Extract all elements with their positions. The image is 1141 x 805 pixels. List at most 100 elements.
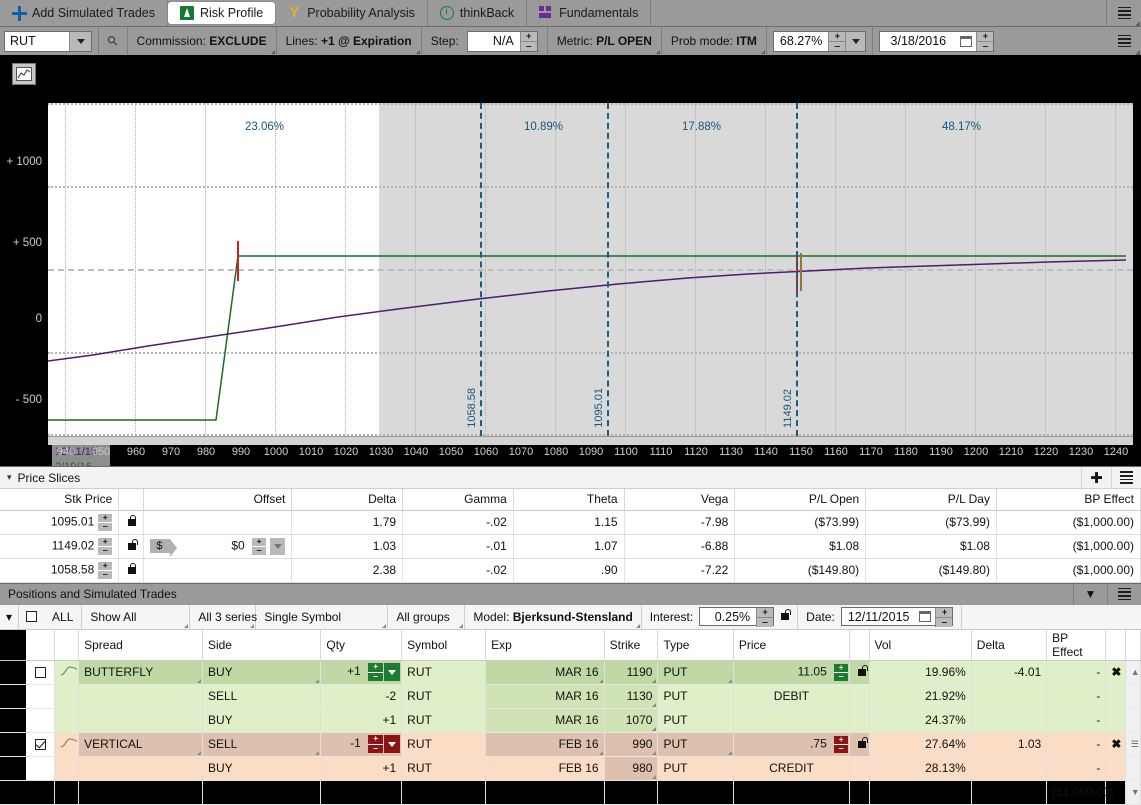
side-cell[interactable]: SELL <box>202 732 322 757</box>
table-row[interactable]: BUY +1 RUT MAR 16 1070 PUT 24.37% - <box>0 708 1141 733</box>
step-stepper[interactable]: + ‒ <box>519 31 537 51</box>
col-offset[interactable]: Offset <box>143 489 293 511</box>
type-cell[interactable]: PUT <box>657 684 734 709</box>
exp-cell[interactable]: MAR 16 <box>485 708 605 733</box>
strike-cell[interactable]: 1070 <box>604 708 659 733</box>
price-lock-cell[interactable] <box>849 732 870 757</box>
stk-price-stepper[interactable]: + ‒ <box>98 513 113 531</box>
qty-stepper[interactable]: + ‒ <box>368 735 401 753</box>
spread-cell[interactable]: VERTICAL <box>78 732 203 757</box>
plot-area[interactable]: 1058.58 1095.01 1149.02 23.06% 10.89% 17… <box>48 103 1133 436</box>
row-checkbox[interactable] <box>25 660 56 685</box>
calendar-icon[interactable] <box>960 35 973 47</box>
stk-price-cell[interactable]: 1058.58 + ‒ <box>0 558 120 583</box>
spread-cell[interactable]: BUTTERFLY <box>78 660 203 685</box>
col-strike[interactable]: Strike <box>604 629 659 661</box>
col-price[interactable]: Price <box>733 629 851 661</box>
date-stepper[interactable]: + ‒ <box>976 31 994 51</box>
table-row[interactable]: BUY +1 RUT FEB 16 980 PUT CREDIT 28.13% … <box>0 756 1141 781</box>
tab-fundamentals[interactable]: Fundamentals <box>527 0 652 26</box>
table-row[interactable]: BUTTERFLY BUY +1 + ‒ RUT MAR 16 1190 PUT … <box>0 660 1141 685</box>
qty-stepper[interactable]: + ‒ <box>368 663 401 681</box>
positions-date-input[interactable]: 12/11/2015 + ‒ <box>840 607 954 627</box>
positions-collapse-button[interactable]: ▼ <box>1073 583 1107 605</box>
type-cell[interactable]: PUT <box>657 756 734 781</box>
col-vega[interactable]: Vega <box>624 489 736 511</box>
col-pl-open[interactable]: P/L Open <box>734 489 867 511</box>
exp-cell[interactable]: MAR 16 <box>485 660 605 685</box>
chevron-down-icon[interactable] <box>69 31 91 51</box>
strike-cell[interactable]: 980 <box>604 756 659 781</box>
link-button[interactable]: ⚲ <box>99 27 128 55</box>
prob-mode-setting[interactable]: Prob mode: ITM <box>662 27 767 55</box>
tab-risk-profile[interactable]: Risk Profile <box>168 2 276 24</box>
row-graph-toggle[interactable] <box>54 732 80 757</box>
col-qty[interactable]: Qty <box>320 629 403 661</box>
prob-pct-input[interactable]: 68.27% + ‒ <box>772 30 867 52</box>
exp-cell[interactable]: FEB 16 <box>485 732 605 757</box>
col-bp-effect[interactable]: BP Effect <box>1046 629 1107 661</box>
price-cell[interactable]: .75 + ‒ <box>733 732 851 757</box>
price-stepper[interactable]: + ‒ <box>834 735 849 753</box>
interest-input[interactable]: 0.25% + ‒ <box>699 607 775 627</box>
strike-cell[interactable]: 1190 <box>604 660 659 685</box>
price-slice-row[interactable]: 1095.01 + ‒ 1.79 -.02 1.15 -7.98 ($73.99) … <box>0 510 1141 535</box>
stk-price-cell[interactable]: 1149.02 + ‒ <box>0 534 120 559</box>
price-lock-cell[interactable] <box>849 660 870 685</box>
stk-price-stepper[interactable]: + ‒ <box>98 561 113 579</box>
side-cell[interactable]: SELL <box>202 684 322 709</box>
commission-setting[interactable]: Commission: EXCLUDE <box>128 27 277 55</box>
col-gamma[interactable]: Gamma <box>402 489 514 511</box>
price-stepper[interactable]: + ‒ <box>834 663 849 681</box>
col-bp-effect[interactable]: BP Effect <box>996 489 1141 511</box>
scrollbar-down-arrow[interactable]: ▼ <box>1125 780 1141 805</box>
price-slice-line-1095[interactable] <box>607 103 609 436</box>
scrollbar-track[interactable] <box>1125 756 1141 781</box>
prob-pct-dropdown-icon[interactable] <box>845 31 866 51</box>
interest-stepper[interactable]: + ‒ <box>756 608 774 627</box>
date-input[interactable]: 3/18/2016 + ‒ <box>879 30 995 52</box>
delete-row-button[interactable]: ✖ <box>1105 660 1126 685</box>
qty-cell[interactable]: -1 + ‒ <box>320 732 403 757</box>
filter-series[interactable]: All 3 series <box>190 604 257 629</box>
col-side[interactable]: Side <box>202 629 322 661</box>
price-slices-header[interactable]: ▾ Price Slices ✚ <box>0 466 1141 489</box>
lock-open-icon[interactable] <box>781 609 792 620</box>
offset-type-tag[interactable]: $ <box>150 538 177 557</box>
col-theta[interactable]: Theta <box>513 489 625 511</box>
type-cell[interactable]: PUT <box>657 732 734 757</box>
positions-menu-button[interactable] <box>1107 583 1141 605</box>
filter-symbol-scope[interactable]: Single Symbol <box>256 604 389 629</box>
step-input[interactable]: N/A + ‒ <box>466 30 538 52</box>
side-cell[interactable]: BUY <box>202 756 322 781</box>
price-slices-menu-button[interactable] <box>1111 467 1141 488</box>
price-slice-row[interactable]: 1149.02 + ‒ $ $0 + ‒ 1.03 -.01 1.07 -6.88 $… <box>0 534 1141 559</box>
type-cell[interactable]: PUT <box>657 660 734 685</box>
col-symbol[interactable]: Symbol <box>401 629 487 661</box>
chevron-down-icon[interactable]: ▾ <box>7 472 12 483</box>
price-slice-row[interactable]: 1058.58 + ‒ 2.38 -.02 .90 -7.22 ($149.80) … <box>0 558 1141 583</box>
col-vol[interactable]: Vol <box>869 629 972 661</box>
table-row[interactable]: VERTICAL SELL -1 + ‒ RUT FEB 16 990 PUT .… <box>0 732 1141 757</box>
strike-cell[interactable]: 990 <box>604 732 659 757</box>
lock-cell[interactable] <box>118 558 145 583</box>
side-cell[interactable]: BUY <box>202 660 322 685</box>
qty-cell[interactable]: +1 <box>320 708 403 733</box>
scrollbar-thumb[interactable]: ☰ <box>1125 732 1141 757</box>
stk-price-cell[interactable]: 1095.01 + ‒ <box>0 510 120 535</box>
calendar-icon[interactable] <box>919 611 932 622</box>
qty-cell[interactable]: +1 <box>320 756 403 781</box>
scrollbar-track[interactable] <box>1125 708 1141 733</box>
row-graph-toggle[interactable] <box>54 660 80 685</box>
offset-stepper[interactable]: + ‒ <box>252 537 267 555</box>
positions-date-stepper[interactable]: + ‒ <box>935 608 953 627</box>
lock-cell[interactable] <box>118 534 145 559</box>
table-row[interactable]: SELL -2 RUT MAR 16 1130 PUT DEBIT 21.92%… <box>0 684 1141 709</box>
row-checkbox[interactable] <box>25 732 56 757</box>
lock-cell[interactable] <box>118 510 145 535</box>
delete-row-button[interactable]: ✖ <box>1105 732 1126 757</box>
col-exp[interactable]: Exp <box>485 629 605 661</box>
scrollbar-up-arrow[interactable]: ▲ <box>1125 660 1141 685</box>
lines-setting[interactable]: Lines: +1 @ Expiration <box>277 27 422 55</box>
symbol-select[interactable]: RUT <box>4 30 92 52</box>
